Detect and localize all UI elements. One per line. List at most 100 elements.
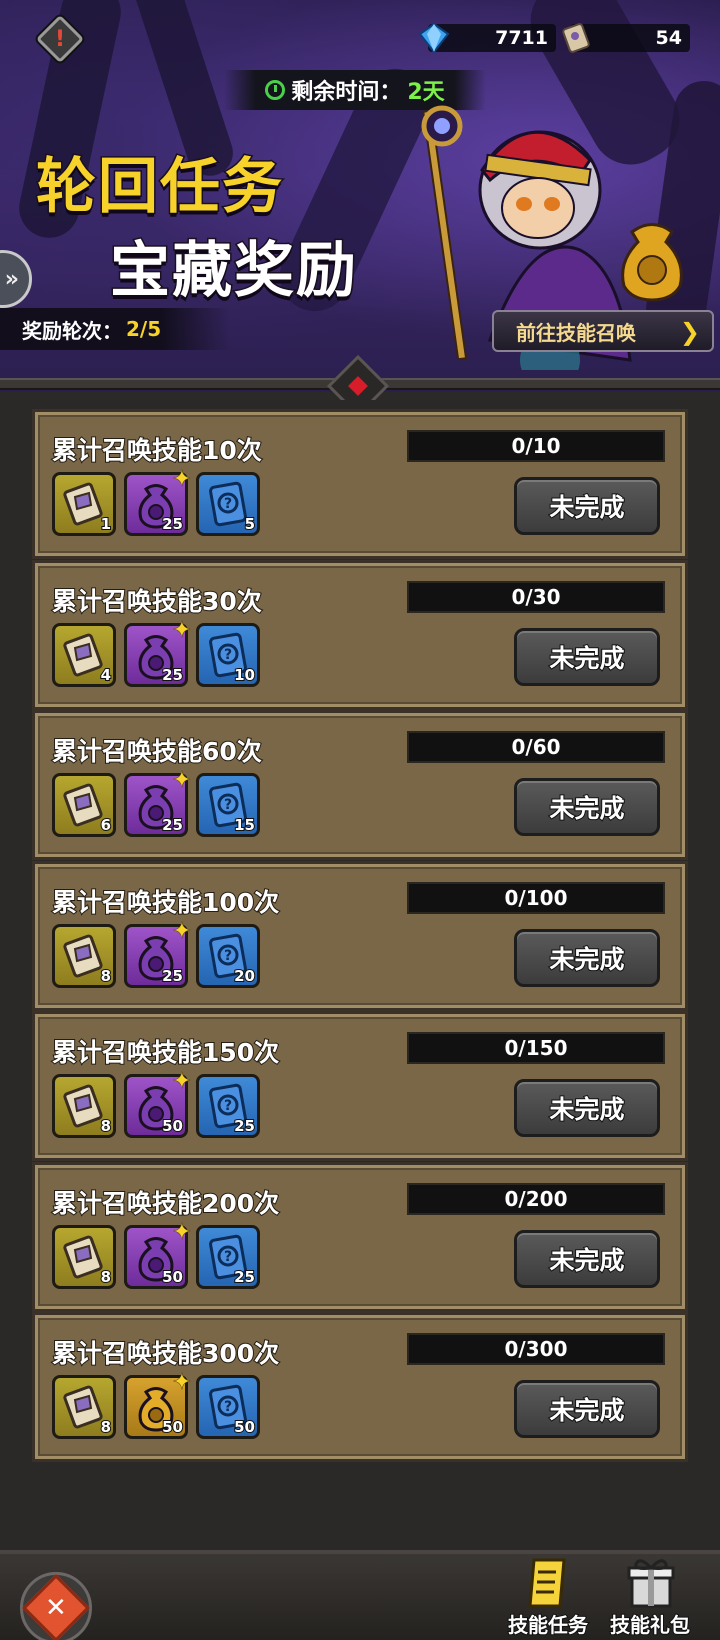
- reward-count: 25: [233, 1116, 256, 1136]
- reward-round-label: 奖励轮次：: [22, 318, 122, 343]
- reward-count: 25: [161, 966, 184, 986]
- star-icon: ✦: [172, 918, 191, 944]
- reward-count: 50: [161, 1267, 184, 1287]
- diamond-icon: [418, 22, 450, 54]
- quest-title: 累计召唤技能30次: [51, 586, 263, 617]
- reward-item[interactable]: ✦ 25: [124, 467, 192, 536]
- quest-progress: 0/300: [407, 1333, 665, 1365]
- quest-status-button[interactable]: 未完成: [514, 778, 660, 836]
- reward-count: 1: [100, 514, 113, 534]
- reward-list: 1 ✦ 25? 5: [52, 467, 260, 536]
- header-divider: [0, 354, 720, 418]
- quest-progress: 0/10: [407, 430, 665, 462]
- quest-card: 累计召唤技能300次 0/300 8 ✦ 50 ? 50 未完成: [35, 1315, 685, 1459]
- event-subtitle: 宝藏奖励: [109, 235, 358, 308]
- reward-item[interactable]: 8: [52, 923, 116, 988]
- scroll-icon: [562, 23, 590, 53]
- quest-status-button[interactable]: 未完成: [514, 1380, 660, 1438]
- reward-count: 5: [244, 514, 257, 534]
- reward-item[interactable]: ✦ 50: [124, 1219, 192, 1289]
- reward-count: 50: [161, 1417, 184, 1437]
- quest-title: 累计召唤技能300次: [51, 1338, 280, 1369]
- bottom-bar: ✕ 技能任务 技能礼包: [0, 1550, 720, 1640]
- reward-item[interactable]: ✦ 25: [124, 617, 192, 687]
- reward-item[interactable]: ✦ 25: [124, 768, 192, 837]
- tab-skill-quests[interactable]: 技能任务: [498, 1556, 598, 1640]
- svg-text:?: ?: [224, 1249, 232, 1265]
- reward-list: 4 ✦ 25 ? 10: [52, 617, 260, 687]
- quest-status-button[interactable]: 未完成: [514, 627, 660, 686]
- quest-status-button[interactable]: 未完成: [514, 928, 660, 987]
- reward-count: 15: [233, 815, 256, 835]
- quest-progress: 0/100: [407, 881, 665, 914]
- reward-round: 奖励轮次： 2/5: [0, 308, 230, 350]
- star-icon: ✦: [172, 467, 191, 493]
- reward-item[interactable]: ✦ 25: [124, 918, 192, 988]
- quest-status-button[interactable]: 未完成: [514, 1229, 660, 1288]
- side-expand-button[interactable]: »: [0, 250, 32, 308]
- reward-count: 25: [161, 665, 184, 685]
- reward-item[interactable]: 1: [52, 472, 116, 536]
- quest-card: 累计召唤技能30次 0/30 4 ✦ 25? 10 未完成: [35, 562, 685, 707]
- star-icon: ✦: [172, 1370, 191, 1396]
- reward-item[interactable]: ? 10: [196, 622, 260, 687]
- currency-diamond: 7711: [418, 22, 556, 54]
- quest-progress: 0/200: [407, 1182, 665, 1215]
- exclamation-icon: !: [54, 26, 66, 52]
- reward-count: 6: [100, 815, 113, 835]
- reward-count: 20: [233, 966, 256, 986]
- quest-status-button[interactable]: 未完成: [514, 477, 660, 535]
- reward-item[interactable]: 8: [52, 1375, 116, 1439]
- reward-item[interactable]: ? 5: [196, 472, 260, 536]
- reward-count: 8: [100, 1116, 113, 1136]
- reward-count: 25: [233, 1267, 256, 1287]
- quest-title: 累计召唤技能60次: [51, 736, 263, 767]
- quest-card: 累计召唤技能100次 0/100 8 ✦ 25 ? 20 未完成: [35, 863, 685, 1008]
- reward-item[interactable]: ✦ 50: [124, 1370, 192, 1439]
- double-chevron-right-icon: »: [4, 266, 19, 292]
- svg-text:?: ?: [224, 1399, 232, 1415]
- reward-item[interactable]: 8: [52, 1074, 116, 1138]
- close-icon: ✕: [45, 1592, 67, 1623]
- svg-text:?: ?: [224, 496, 232, 512]
- reward-item[interactable]: ✦ 50: [124, 1069, 192, 1138]
- close-icon-frame: ✕: [22, 1574, 90, 1640]
- reward-item[interactable]: ? 50: [196, 1375, 260, 1439]
- reward-list: 8 ✦ 25 ? 20: [52, 918, 260, 988]
- quest-progress: 0/150: [407, 1032, 665, 1064]
- reward-item[interactable]: ? 25: [196, 1224, 260, 1289]
- currency-scroll: 54: [562, 23, 690, 53]
- close-button[interactable]: ✕: [20, 1572, 92, 1640]
- svg-text:?: ?: [224, 1098, 232, 1114]
- reward-count: 8: [100, 966, 113, 986]
- reward-list: 6 ✦ 25? 15: [52, 768, 260, 837]
- reward-item[interactable]: ? 15: [196, 773, 260, 837]
- reward-count: 25: [161, 514, 184, 534]
- event-title: 轮回任务: [35, 151, 284, 224]
- reward-list: 8 ✦ 50? 25: [52, 1069, 260, 1138]
- quest-status-button[interactable]: 未完成: [514, 1079, 660, 1137]
- quest-title: 累计召唤技能10次: [51, 435, 263, 466]
- reward-item[interactable]: ? 25: [196, 1074, 260, 1138]
- quest-list[interactable]: 累计召唤技能10次 0/10 1 ✦ 25? 5 未完成 累计召唤技能30次 0/30 4 ✦ 25?…: [0, 400, 720, 1550]
- quest-title: 累计召唤技能100次: [51, 887, 280, 918]
- tab-skill-gift[interactable]: 技能礼包: [600, 1556, 700, 1640]
- scroll-amount: 54: [655, 27, 682, 49]
- goto-skill-summon-button[interactable]: 前往技能召唤 ❯: [492, 310, 714, 352]
- reward-item[interactable]: 8: [52, 1224, 116, 1289]
- reward-item[interactable]: 6: [52, 773, 116, 837]
- quest-card: 累计召唤技能60次 0/60 6 ✦ 25? 15 未完成: [35, 713, 685, 857]
- reward-item[interactable]: ? 20: [196, 923, 260, 988]
- quest-card: 累计召唤技能200次 0/200 8 ✦ 50? 25 未完成: [35, 1164, 685, 1309]
- gift-box-icon: [627, 1559, 675, 1608]
- svg-text:?: ?: [224, 647, 232, 663]
- reward-list: 8 ✦ 50 ? 50: [52, 1370, 260, 1439]
- star-icon: ✦: [172, 617, 191, 643]
- gold-bag-illustration: [621, 223, 683, 302]
- reward-count: 25: [161, 815, 184, 835]
- reward-item[interactable]: 4: [52, 622, 116, 687]
- quest-card: 累计召唤技能150次 0/150 8 ✦ 50? 25 未完成: [35, 1014, 685, 1158]
- tab-skill-gift-label: 技能礼包: [609, 1612, 691, 1638]
- reward-list: 8 ✦ 50? 25: [52, 1219, 260, 1289]
- svg-text:?: ?: [224, 797, 232, 813]
